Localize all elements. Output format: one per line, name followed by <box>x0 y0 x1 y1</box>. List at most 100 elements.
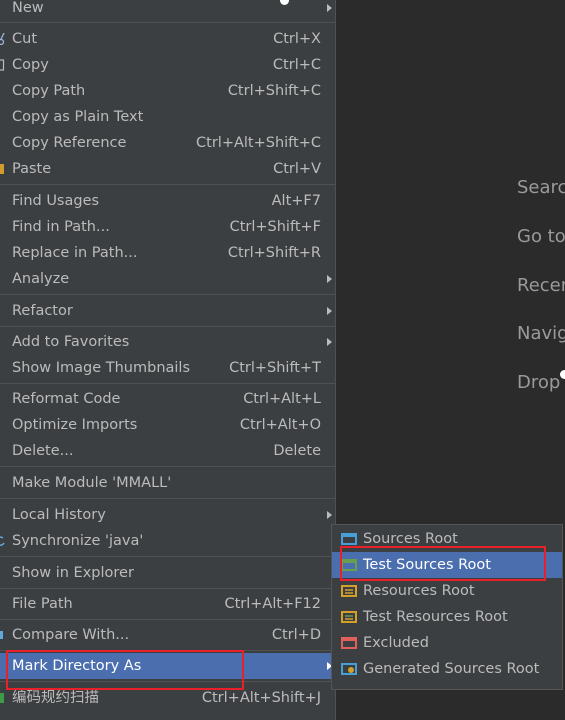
submenu-arrow-icon <box>327 275 332 283</box>
menu-item-label: Synchronize 'java' <box>12 533 144 549</box>
editor-hint-navigate: Navig <box>517 323 565 344</box>
resources-root-folder-icon <box>341 585 357 597</box>
submenu-item-test-resources-root[interactable]: Test Resources Root <box>332 604 562 630</box>
generated-sources-root-folder-icon <box>341 663 357 675</box>
menu-item-analyze[interactable]: Analyze <box>0 266 335 292</box>
menu-item-find-usages[interactable]: Find Usages Alt+F7 <box>0 188 335 214</box>
menu-item-shortcut: Ctrl+C <box>272 57 321 73</box>
test-resources-root-folder-icon <box>341 611 357 623</box>
menu-item-shortcut: Ctrl+Shift+C <box>227 83 321 99</box>
menu-item-shortcut: Ctrl+Alt+Shift+C <box>196 135 321 151</box>
menu-item-delete[interactable]: Delete... Delete <box>0 438 335 464</box>
highlight-box-mark-directory <box>6 650 244 690</box>
menu-item-find-in-path[interactable]: Find in Path... Ctrl+Shift+F <box>0 214 335 240</box>
menu-item-label: Add to Favorites <box>12 334 130 350</box>
compare-icon <box>0 631 3 639</box>
menu-item-reformat-code[interactable]: Reformat Code Ctrl+Alt+L <box>0 386 335 412</box>
menu-item-make-module[interactable]: Make Module 'MMALL' <box>0 470 335 496</box>
menu-item-label: Refactor <box>12 303 73 319</box>
submenu-item-resources-root[interactable]: Resources Root <box>332 578 562 604</box>
window-corner-dot <box>560 370 565 379</box>
menu-separator <box>0 22 335 23</box>
editor-hint-recent: Recer <box>517 275 565 296</box>
menu-item-label: Delete... <box>12 443 74 459</box>
submenu-item-generated-sources-root[interactable]: Generated Sources Root <box>332 656 562 682</box>
copy-icon <box>0 59 5 71</box>
menu-separator <box>0 498 335 499</box>
menu-item-label: Reformat Code <box>12 391 121 407</box>
menu-item-shortcut: Ctrl+D <box>271 627 321 643</box>
menu-item-copy-plain-text[interactable]: Copy as Plain Text <box>0 104 335 130</box>
menu-item-label: Local History <box>12 507 106 523</box>
submenu-arrow-icon <box>327 511 332 519</box>
menu-item-label: Replace in Path... <box>12 245 138 261</box>
context-menu: New Cut Ctrl+X Copy Ctrl+C Copy Path Ctrl+S… <box>0 0 336 720</box>
menu-item-label: Optimize Imports <box>12 417 138 433</box>
menu-item-label: Find in Path... <box>12 219 110 235</box>
menu-separator <box>0 619 335 620</box>
editor-hint-goto: Go to <box>517 226 565 247</box>
submenu-arrow-icon <box>327 338 332 346</box>
menu-item-show-image-thumbnails[interactable]: Show Image Thumbnails Ctrl+Shift+T <box>0 355 335 381</box>
menu-item-label: File Path <box>12 596 73 612</box>
menu-item-synchronize[interactable]: Synchronize 'java' <box>0 528 335 554</box>
menu-item-label: Copy Reference <box>12 135 127 151</box>
menu-item-label: Cut <box>12 31 37 47</box>
menu-item-label: Show Image Thumbnails <box>12 360 191 376</box>
code-scan-icon <box>0 693 4 703</box>
menu-item-shortcut: Alt+F7 <box>271 193 321 209</box>
menu-item-compare-with[interactable]: Compare With... Ctrl+D <box>0 622 335 648</box>
submenu-item-label: Excluded <box>363 635 430 651</box>
menu-item-local-history[interactable]: Local History <box>0 502 335 528</box>
menu-item-shortcut: Ctrl+Shift+F <box>229 219 321 235</box>
menu-separator <box>0 383 335 384</box>
sources-root-folder-icon <box>341 533 357 545</box>
menu-item-paste[interactable]: Paste Ctrl+V <box>0 156 335 182</box>
menu-item-label: Copy as Plain Text <box>12 109 144 125</box>
submenu-item-label: Generated Sources Root <box>363 661 540 677</box>
menu-item-label: Copy <box>12 57 49 73</box>
editor-hint-drop: Drop <box>517 372 561 393</box>
menu-separator <box>0 294 335 295</box>
menu-item-shortcut: Ctrl+Shift+T <box>229 360 321 376</box>
highlight-box-test-sources-root <box>340 546 546 581</box>
menu-separator <box>0 588 335 589</box>
menu-item-copy-reference[interactable]: Copy Reference Ctrl+Alt+Shift+C <box>0 130 335 156</box>
excluded-folder-icon <box>341 637 357 649</box>
menu-item-shortcut: Ctrl+Shift+R <box>227 245 321 261</box>
submenu-item-label: Test Resources Root <box>363 609 508 625</box>
menu-item-copy[interactable]: Copy Ctrl+C <box>0 52 335 78</box>
menu-item-shortcut: Ctrl+Alt+L <box>243 391 321 407</box>
submenu-arrow-icon <box>327 307 332 315</box>
menu-item-replace-in-path[interactable]: Replace in Path... Ctrl+Shift+R <box>0 240 335 266</box>
menu-item-label: Show in Explorer <box>12 565 134 581</box>
menu-item-label: Paste <box>12 161 52 177</box>
menu-item-cut[interactable]: Cut Ctrl+X <box>0 26 335 52</box>
menu-separator <box>0 466 335 467</box>
submenu-item-label: Resources Root <box>363 583 475 599</box>
menu-item-label: Find Usages <box>12 193 100 209</box>
menu-item-shortcut: Ctrl+Alt+O <box>239 417 321 433</box>
menu-item-file-path[interactable]: File Path Ctrl+Alt+F12 <box>0 591 335 617</box>
menu-item-show-in-explorer[interactable]: Show in Explorer <box>0 560 335 586</box>
menu-item-shortcut: Ctrl+V <box>273 161 321 177</box>
menu-item-refactor[interactable]: Refactor <box>0 298 335 324</box>
menu-item-label: Compare With... <box>12 627 130 643</box>
editor-hint-search: Searc <box>517 177 565 198</box>
menu-item-shortcut: Ctrl+X <box>273 31 321 47</box>
menu-item-label: Analyze <box>12 271 70 287</box>
menu-item-shortcut: Delete <box>273 443 321 459</box>
paste-icon <box>0 164 4 174</box>
menu-item-label: New <box>12 0 44 16</box>
menu-item-label: Copy Path <box>12 83 86 99</box>
menu-separator <box>0 184 335 185</box>
menu-separator <box>0 326 335 327</box>
menu-item-optimize-imports[interactable]: Optimize Imports Ctrl+Alt+O <box>0 412 335 438</box>
submenu-item-excluded[interactable]: Excluded <box>332 630 562 656</box>
submenu-arrow-icon <box>327 4 332 12</box>
menu-separator <box>0 556 335 557</box>
sync-icon <box>0 536 5 546</box>
scissors-icon <box>0 33 5 45</box>
menu-item-copy-path[interactable]: Copy Path Ctrl+Shift+C <box>0 78 335 104</box>
menu-item-add-to-favorites[interactable]: Add to Favorites <box>0 329 335 355</box>
